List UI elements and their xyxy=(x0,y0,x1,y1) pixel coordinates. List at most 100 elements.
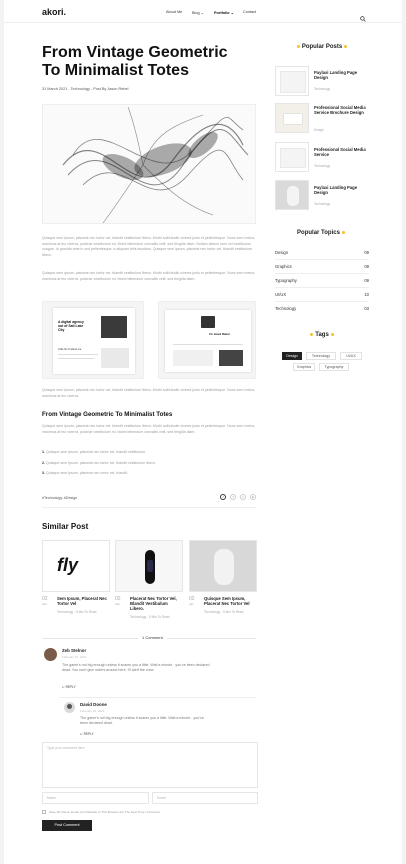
mockup-site-2: I'm Jared Rebel xyxy=(165,310,251,372)
accent-dot xyxy=(341,230,345,234)
nav-portfolio[interactable]: Portfolio ⌄ xyxy=(214,10,234,15)
divider xyxy=(42,507,256,508)
site-logo[interactable]: akori. xyxy=(42,7,66,17)
tag-technology[interactable]: Technology xyxy=(306,352,336,360)
post-title: From Vintage Geometric To Minimalist Tot… xyxy=(42,44,228,80)
thumb-mockup xyxy=(280,148,306,168)
avatar xyxy=(64,702,75,713)
nav-about[interactable]: About Me xyxy=(166,10,182,14)
mockup-line xyxy=(58,358,94,359)
popular-post-title-3[interactable]: Professional Social Media Service xyxy=(314,147,372,157)
reply-button[interactable]: ↩ REPLY xyxy=(62,685,76,689)
mockup-heading: A digital agency out of Salt Lake City xyxy=(58,320,84,333)
avatar xyxy=(44,648,57,661)
post-subheading: From Vintage Geometric To Minimalist Tot… xyxy=(42,411,173,418)
card-title: Sem Ipsum, Placerat Nec Tortor Vel xyxy=(57,596,107,606)
tag-design[interactable]: Design xyxy=(282,352,302,360)
topic-name: UI/UX xyxy=(275,292,287,297)
list-item: 1. Quisque sem ipsum, placerat nec torto… xyxy=(42,450,147,454)
popular-post-category-3: Technology xyxy=(314,164,331,168)
comment-text: The game's not big enough unless it scar… xyxy=(80,716,204,726)
email-field[interactable]: Email xyxy=(152,792,258,804)
comment-author[interactable]: Zeb Stelnor xyxy=(62,648,86,653)
popular-post-title-4[interactable]: Paylaxi Landing Page Design xyxy=(314,185,372,195)
popular-post-thumb-3[interactable] xyxy=(275,142,309,172)
mockup-block xyxy=(101,348,129,368)
post-tags[interactable]: #Technology, #Design xyxy=(42,496,77,500)
similar-card-image-2[interactable] xyxy=(115,540,183,592)
mockup-heading: I'm Jared Rebel xyxy=(209,332,230,336)
topic-name: Technology xyxy=(275,306,297,311)
topic-count: 10 xyxy=(364,292,369,297)
thumb-mockup xyxy=(280,71,306,93)
twitter-icon[interactable]: t xyxy=(240,494,246,500)
popular-posts-heading: Popular Posts xyxy=(275,44,369,50)
nav-blog[interactable]: Blog ⌄ xyxy=(192,10,204,15)
list-item: 2. Quisque sem ipsum, placerat nec torto… xyxy=(42,460,156,465)
mockup-photo xyxy=(219,350,243,366)
popular-post-title-2[interactable]: Professional Social Media Service Brochu… xyxy=(314,105,372,115)
facebook-icon[interactable]: f xyxy=(230,494,236,500)
thumb-speaker xyxy=(287,186,299,206)
mockup-line xyxy=(173,344,243,345)
save-info-checkbox[interactable] xyxy=(42,810,46,814)
card-title: Placerat Nec Tortor Vel, Blandit Vestibu… xyxy=(130,596,177,611)
post-meta: 31 March 2021 - Technology - Post By Jas… xyxy=(42,87,129,91)
post-paragraph-1: Quisque sem ipsum, placerat nec tortor v… xyxy=(42,236,256,257)
topic-item[interactable]: Typography 09 xyxy=(275,274,369,288)
comment-textarea[interactable]: Type your comment here xyxy=(42,742,258,788)
popular-posts-title: Popular Posts xyxy=(301,44,343,50)
post-list: 1. Quisque sem ipsum, placerat nec torto… xyxy=(42,450,256,477)
nav-blog-label: Blog xyxy=(192,11,200,15)
nav-portfolio-label: Portfolio xyxy=(214,11,230,15)
linkedin-icon[interactable]: in xyxy=(250,494,256,500)
mockup-block xyxy=(173,350,213,366)
mockup-line xyxy=(58,354,98,355)
card-title: Quisque Sem Ipsum, Placerat Nec Tortor V… xyxy=(204,596,250,606)
topic-item[interactable]: Technology 03 xyxy=(275,302,369,316)
card-month: Jan xyxy=(42,602,47,606)
similar-card-image-3[interactable] xyxy=(189,540,257,592)
post-comment-button[interactable]: Post Comment xyxy=(42,820,92,831)
popular-post-thumb-1[interactable] xyxy=(275,66,309,96)
chevron-down-icon: ⌄ xyxy=(230,11,234,15)
post-paragraph-3: Quisque sem ipsum, placerat nec tortor v… xyxy=(42,388,256,398)
nav-contact[interactable]: Contact xyxy=(243,10,256,14)
topic-item[interactable]: UI/UX 10 xyxy=(275,288,369,302)
topic-count: 09 xyxy=(364,278,369,283)
divider xyxy=(59,697,256,698)
name-field[interactable]: Name xyxy=(42,792,149,804)
post-title-line2: To Minimalist Totes xyxy=(42,62,189,79)
reply-button[interactable]: ↩ REPLY xyxy=(80,732,94,736)
tag-uiux[interactable]: UI/UX xyxy=(340,352,362,360)
topic-name: Graphics xyxy=(275,264,292,269)
reply-icon: ↩ xyxy=(62,685,65,689)
accent-dot xyxy=(310,332,314,336)
band-screen xyxy=(147,560,153,572)
gallery-image-2[interactable]: I'm Jared Rebel xyxy=(158,301,256,379)
card-month: Jan xyxy=(115,602,120,606)
list-item-text: Quisque sem ipsum, placerat nec tortor v… xyxy=(46,450,147,454)
tags-heading: Tags xyxy=(275,332,369,338)
accent-dot xyxy=(330,332,334,336)
tag-graphics[interactable]: Graphics xyxy=(293,363,315,371)
card-meta: Technology - 5 Min To Read xyxy=(204,610,244,614)
tag-typography[interactable]: Typography xyxy=(319,363,349,371)
share-icon[interactable]: ↗ xyxy=(220,494,226,500)
similar-title: Similar Post xyxy=(42,522,89,531)
similar-card-image-1[interactable]: fly xyxy=(42,540,110,592)
chevron-down-icon: ⌄ xyxy=(200,11,204,15)
comment-date: February 10, 2021 xyxy=(62,655,87,659)
comment-author[interactable]: David Doone xyxy=(80,702,107,707)
topic-item[interactable]: Design 09 xyxy=(275,246,369,260)
card-meta: Technology - 5 Min To Read xyxy=(130,615,170,619)
search-icon[interactable] xyxy=(360,9,366,27)
topic-name: Typography xyxy=(275,278,297,283)
reply-icon: ↩ xyxy=(80,732,83,736)
popular-post-thumb-4[interactable] xyxy=(275,180,309,210)
topic-item[interactable]: Graphics 09 xyxy=(275,260,369,274)
gallery-image-1[interactable]: A digital agency out of Salt Lake City L… xyxy=(42,301,144,379)
popular-post-thumb-2[interactable] xyxy=(275,103,309,133)
popular-post-title-1[interactable]: Paylaxi Landing Page Design xyxy=(314,70,372,80)
popular-post-category-2: Design xyxy=(314,128,324,132)
